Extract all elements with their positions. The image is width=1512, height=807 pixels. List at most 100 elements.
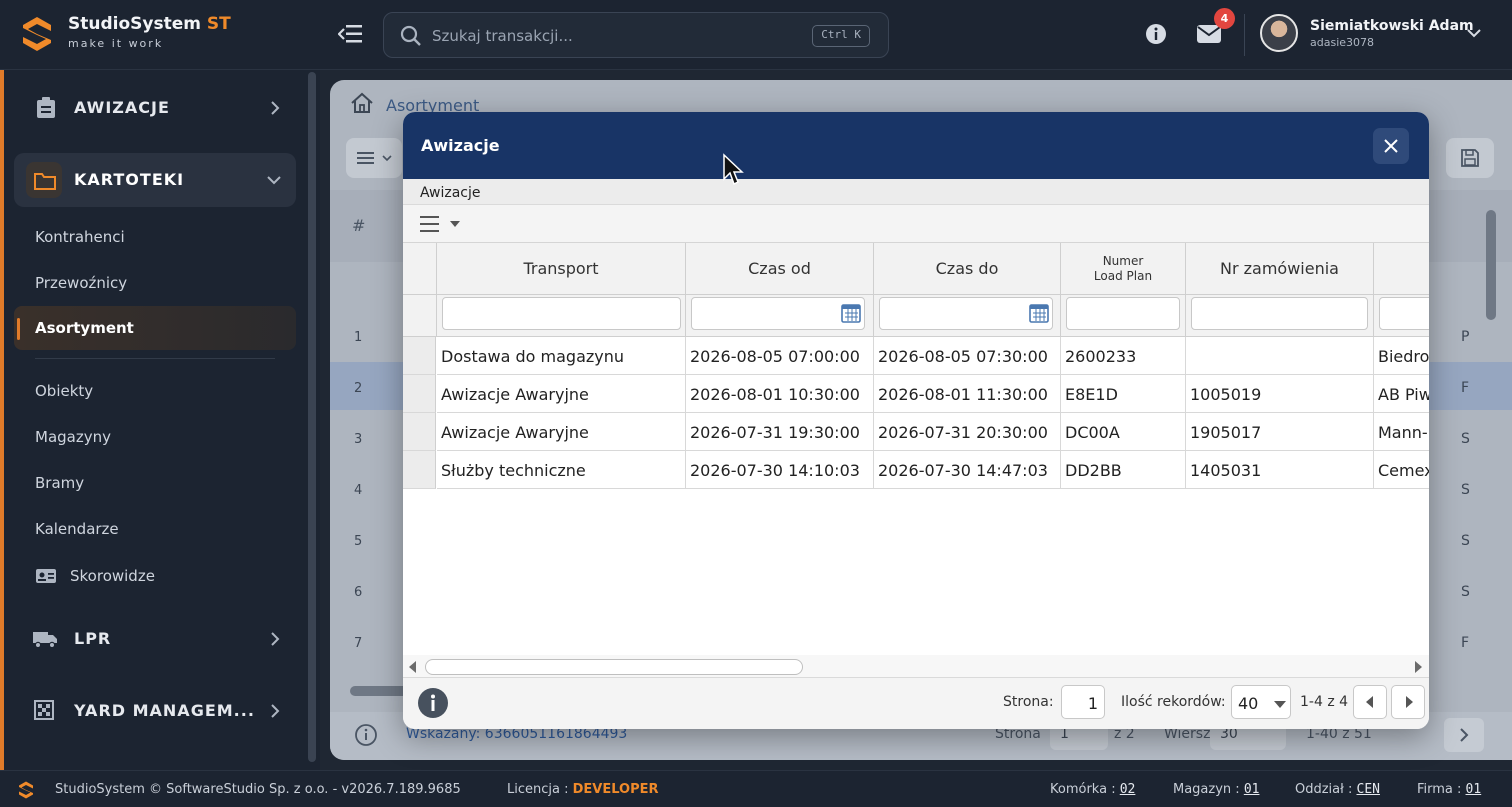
cell-nr-zamowienia[interactable]: 1005019 xyxy=(1186,375,1374,413)
records-per-page-select[interactable]: 40 xyxy=(1231,685,1291,719)
sidebar-item-przewoznicy[interactable]: Przewoźnicy xyxy=(35,274,127,292)
cell-czas-do[interactable]: 2026-07-31 20:30:00 xyxy=(874,413,1061,451)
info-button[interactable] xyxy=(418,688,448,718)
column-header-nr-zamowienia[interactable]: Nr zamówienia xyxy=(1186,243,1374,295)
column-header-czas-od[interactable]: Czas od xyxy=(686,243,874,295)
filter-numer-load-plan-input[interactable] xyxy=(1066,297,1180,330)
cell-info[interactable]: Komórka : 02 xyxy=(1050,782,1135,797)
row-selector[interactable] xyxy=(403,413,436,451)
column-header-czas-do[interactable]: Czas do xyxy=(874,243,1061,295)
sidebar-item-asortyment[interactable]: Asortyment xyxy=(14,306,296,350)
sidebar-scrollbar[interactable] xyxy=(308,72,316,762)
dropdown-arrow-icon xyxy=(1274,701,1286,708)
previous-page-button[interactable] xyxy=(1353,685,1387,719)
scroll-thumb[interactable] xyxy=(425,659,803,675)
column-header-kontrahent[interactable] xyxy=(1374,243,1429,295)
bg-next-page-button[interactable] xyxy=(1444,718,1484,752)
cell-numer-load-plan[interactable]: 2600233 xyxy=(1061,337,1186,375)
cell-transport[interactable]: Awizacje Awaryjne xyxy=(437,375,686,413)
filter-transport-input[interactable] xyxy=(442,297,681,330)
cell-numer-load-plan[interactable]: DC00A xyxy=(1061,413,1186,451)
cell-kontrahent[interactable]: Cemex xyxy=(1374,451,1429,489)
cell-numer-load-plan[interactable]: DD2BB xyxy=(1061,451,1186,489)
sidebar-section-awizacje[interactable]: AWIZACJE xyxy=(14,81,296,135)
sidebar-divider xyxy=(35,358,275,359)
cell-czas-od[interactable]: 2026-07-30 14:10:03 xyxy=(686,451,874,489)
cell-czas-do[interactable]: 2026-08-05 07:30:00 xyxy=(874,337,1061,375)
sidebar: AWIZACJE KARTOTEKI Kontrahenci Przewoźni… xyxy=(0,70,320,770)
scroll-right-arrow[interactable] xyxy=(1415,661,1422,673)
sidebar-item-magazyny[interactable]: Magazyny xyxy=(35,428,111,446)
cell-nr-zamowienia[interactable]: 1405031 xyxy=(1186,451,1374,489)
row-selector[interactable] xyxy=(403,375,436,413)
cell-kontrahent[interactable]: AB Piwowar xyxy=(1374,375,1429,413)
cell-czas-do[interactable]: 2026-07-30 14:47:03 xyxy=(874,451,1061,489)
mouse-cursor-icon xyxy=(723,153,744,186)
caret-down-icon xyxy=(382,155,392,162)
sidebar-item-kontrahenci[interactable]: Kontrahenci xyxy=(35,228,125,246)
warehouse-info[interactable]: Magazyn : 01 xyxy=(1173,782,1259,797)
cell-kontrahent[interactable]: Biedronka xyxy=(1374,337,1429,375)
scroll-left-arrow[interactable] xyxy=(409,661,416,673)
cell-kontrahent[interactable]: Mann-Filter xyxy=(1374,413,1429,451)
cell-czas-od[interactable]: 2026-07-31 19:30:00 xyxy=(686,413,874,451)
company-info[interactable]: Firma : 01 xyxy=(1417,782,1481,797)
row-selector[interactable] xyxy=(403,451,436,489)
column-menu-icon[interactable] xyxy=(419,214,441,234)
cell-czas-od[interactable]: 2026-08-01 10:30:00 xyxy=(686,375,874,413)
avatar[interactable] xyxy=(1260,14,1298,52)
branch-info[interactable]: Oddział : CEN xyxy=(1295,782,1380,797)
sidebar-section-yard-management[interactable]: YARD MANAGEM... xyxy=(14,684,296,738)
active-indicator xyxy=(17,318,20,340)
license-info: Licencja : DEVELOPER xyxy=(507,782,659,797)
user-name[interactable]: Siemiatkowski Adam xyxy=(1310,18,1474,34)
page-input[interactable]: 1 xyxy=(1061,685,1105,719)
caret-down-icon[interactable] xyxy=(449,220,461,228)
cell-nr-zamowienia[interactable] xyxy=(1186,337,1374,375)
info-icon[interactable] xyxy=(354,723,378,747)
filter-nr-zamowienia-input[interactable] xyxy=(1191,297,1368,330)
row-selector[interactable] xyxy=(403,337,436,375)
sidebar-item-kalendarze[interactable]: Kalendarze xyxy=(35,520,119,538)
grid-horizontal-scrollbar[interactable] xyxy=(403,655,1429,677)
modal-header[interactable]: Awizacje xyxy=(403,112,1429,179)
column-header-transport[interactable]: Transport xyxy=(437,243,686,295)
search-input[interactable]: Szukaj transakcji... Ctrl K xyxy=(383,12,889,58)
bg-menu-button[interactable] xyxy=(346,138,402,178)
sidebar-item-obiekty[interactable]: Obiekty xyxy=(35,382,93,400)
sidebar-section-label: LPR xyxy=(74,629,112,648)
calendar-icon[interactable] xyxy=(1025,297,1053,330)
chevron-right-icon xyxy=(271,101,280,115)
info-icon[interactable] xyxy=(1145,23,1167,45)
menu-toggle-icon[interactable] xyxy=(338,22,364,46)
filter-czas-do xyxy=(874,295,1061,337)
bg-grid-hash-header: # xyxy=(352,216,366,235)
sidebar-item-bramy[interactable]: Bramy xyxy=(35,474,84,492)
next-page-button[interactable] xyxy=(1391,685,1425,719)
cell-transport[interactable]: Dostawa do magazynu xyxy=(437,337,686,375)
sidebar-item-label: Asortyment xyxy=(35,319,134,337)
sidebar-section-kartoteki[interactable]: KARTOTEKI xyxy=(14,153,296,207)
cell-transport[interactable]: Awizacje Awaryjne xyxy=(437,413,686,451)
sidebar-section-lpr[interactable]: LPR xyxy=(14,612,296,666)
close-button[interactable] xyxy=(1373,128,1409,164)
filter-kontrahent xyxy=(1374,295,1429,337)
calendar-icon[interactable] xyxy=(837,297,865,330)
cell-label: Komórka : xyxy=(1050,782,1116,797)
awizacje-grid: Transport Czas od Czas do Numer Load Pla… xyxy=(403,243,1429,661)
bg-vertical-scrollbar[interactable] xyxy=(1486,210,1496,320)
cell-czas-od[interactable]: 2026-08-05 07:00:00 xyxy=(686,337,874,375)
save-button[interactable] xyxy=(1446,138,1494,178)
grid-filter-corner xyxy=(403,295,437,337)
home-icon[interactable] xyxy=(350,92,374,114)
folder-icon xyxy=(34,173,56,190)
save-icon xyxy=(1461,149,1479,167)
cell-transport[interactable]: Służby techniczne xyxy=(437,451,686,489)
column-header-numer-load-plan[interactable]: Numer Load Plan xyxy=(1061,243,1186,295)
cell-numer-load-plan[interactable]: E8E1D xyxy=(1061,375,1186,413)
top-bar: StudioSystem ST make it work Szukaj tran… xyxy=(0,0,1512,70)
filter-kontrahent-input[interactable] xyxy=(1379,297,1429,330)
cell-czas-do[interactable]: 2026-08-01 11:30:00 xyxy=(874,375,1061,413)
chevron-down-icon[interactable] xyxy=(1466,27,1482,39)
cell-nr-zamowienia[interactable]: 1905017 xyxy=(1186,413,1374,451)
